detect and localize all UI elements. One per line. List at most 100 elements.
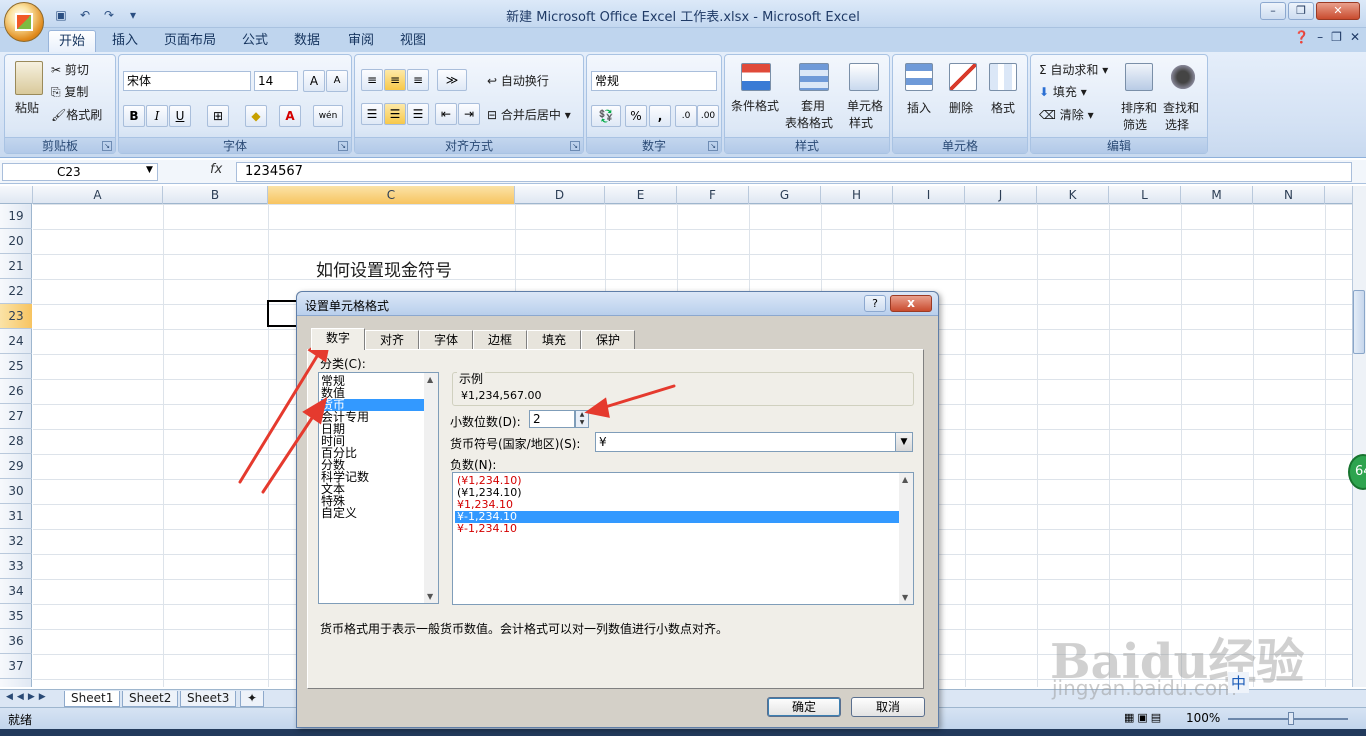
category-item[interactable]: 自定义 bbox=[321, 507, 424, 519]
name-box[interactable]: C23 bbox=[2, 163, 158, 181]
negative-option[interactable]: (¥1,234.10) bbox=[455, 475, 899, 487]
currency-format-icon[interactable]: 💱 bbox=[591, 105, 621, 127]
align-middle-icon[interactable]: ≡ bbox=[384, 69, 406, 91]
dialog-launcher-icon[interactable]: ↘ bbox=[102, 141, 112, 151]
row-header[interactable]: 20 bbox=[0, 229, 32, 254]
table-format-icon[interactable] bbox=[799, 63, 829, 91]
dialog-tab-border[interactable]: 边框 bbox=[473, 330, 527, 349]
font-name-select[interactable]: 宋体 bbox=[123, 71, 251, 91]
office-button[interactable] bbox=[4, 2, 44, 42]
name-box-dropdown-icon[interactable]: ▼ bbox=[146, 165, 153, 175]
tab-formulas[interactable]: 公式 bbox=[232, 30, 278, 52]
row-header[interactable]: 31 bbox=[0, 504, 32, 529]
column-header[interactable]: H bbox=[821, 186, 893, 204]
column-header[interactable]: K bbox=[1037, 186, 1109, 204]
row-header[interactable]: 25 bbox=[0, 354, 32, 379]
save-icon[interactable]: ▣ bbox=[52, 6, 70, 22]
customize-qat-icon[interactable]: ▾ bbox=[124, 6, 142, 22]
number-format-select[interactable]: 常规 bbox=[591, 71, 717, 91]
increase-indent-icon[interactable]: ⇥ bbox=[458, 103, 480, 125]
delete-cells-button[interactable]: 删除 bbox=[949, 99, 973, 116]
autosum-button[interactable]: Σ 自动求和 ▾ bbox=[1039, 61, 1108, 78]
percent-button[interactable]: % bbox=[625, 105, 647, 127]
format-cells-icon[interactable] bbox=[989, 63, 1017, 91]
fill-color-button[interactable]: ◆ bbox=[245, 105, 267, 127]
align-top-icon[interactable]: ≡ bbox=[361, 69, 383, 91]
sheet-nav-arrows-icon[interactable]: ◀◀▶▶ bbox=[6, 692, 50, 702]
restore-button[interactable]: ❐ bbox=[1288, 2, 1314, 20]
find-select-label-2[interactable]: 选择 bbox=[1165, 116, 1189, 133]
tab-page-layout[interactable]: 页面布局 bbox=[154, 30, 226, 52]
align-right-icon[interactable]: ☰ bbox=[407, 103, 429, 125]
paste-button[interactable]: 粘贴 bbox=[15, 99, 39, 116]
phonetic-button[interactable]: wén bbox=[313, 105, 343, 127]
scroll-up-icon[interactable]: ▲ bbox=[427, 375, 433, 384]
row-header[interactable]: 28 bbox=[0, 429, 32, 454]
dialog-tab-number[interactable]: 数字 bbox=[311, 328, 365, 350]
decimal-spinner-icon[interactable]: ▲ ▼ bbox=[575, 410, 589, 428]
dialog-tab-fill[interactable]: 填充 bbox=[527, 330, 581, 349]
format-cells-button[interactable]: 格式 bbox=[991, 99, 1015, 116]
help-icon[interactable]: ❓ bbox=[1294, 30, 1309, 44]
zoom-slider-thumb[interactable] bbox=[1288, 712, 1294, 725]
column-header[interactable]: D bbox=[515, 186, 605, 204]
row-header[interactable]: 36 bbox=[0, 629, 32, 654]
scrollbar-thumb[interactable] bbox=[1353, 290, 1365, 354]
scroll-down-icon[interactable]: ▼ bbox=[902, 593, 908, 602]
conditional-format-icon[interactable] bbox=[741, 63, 771, 91]
row-header[interactable]: 32 bbox=[0, 529, 32, 554]
row-header[interactable]: 21 bbox=[0, 254, 32, 279]
find-select-icon[interactable] bbox=[1169, 63, 1197, 91]
negative-option[interactable]: ¥1,234.10 bbox=[455, 499, 899, 511]
table-format-label[interactable]: 套用 bbox=[801, 97, 825, 114]
font-size-select[interactable]: 14 bbox=[254, 71, 298, 91]
grow-font-button[interactable]: A bbox=[303, 70, 325, 92]
sort-filter-icon[interactable] bbox=[1125, 63, 1153, 91]
dialog-launcher-icon[interactable]: ↘ bbox=[708, 141, 718, 151]
table-format-label-2[interactable]: 表格格式 bbox=[785, 114, 833, 131]
decrease-decimal-icon[interactable]: .00 bbox=[697, 105, 719, 127]
negative-numbers-list[interactable]: (¥1,234.10) (¥1,234.10) ¥1,234.10 ¥-1,23… bbox=[452, 472, 914, 605]
row-header-selected[interactable]: 23 bbox=[0, 304, 32, 329]
decrease-indent-icon[interactable]: ⇤ bbox=[435, 103, 457, 125]
delete-cells-icon[interactable] bbox=[949, 63, 977, 91]
column-header[interactable]: E bbox=[605, 186, 677, 204]
row-header[interactable]: 33 bbox=[0, 554, 32, 579]
tab-view[interactable]: 视图 bbox=[390, 30, 436, 52]
cell-style-label-2[interactable]: 样式 bbox=[849, 114, 873, 131]
copy-button[interactable]: ⎘ 复制 bbox=[51, 83, 88, 100]
dialog-help-button[interactable]: ? bbox=[864, 295, 886, 312]
dialog-tab-alignment[interactable]: 对齐 bbox=[365, 330, 419, 349]
sheet-tab[interactable]: Sheet1 bbox=[64, 691, 121, 707]
column-header[interactable]: M bbox=[1181, 186, 1253, 204]
increase-decimal-icon[interactable]: .0 bbox=[675, 105, 697, 127]
column-header[interactable]: F bbox=[677, 186, 749, 204]
minimize-button[interactable]: – bbox=[1260, 2, 1286, 20]
negative-scrollbar[interactable]: ▲ ▼ bbox=[899, 473, 913, 604]
dialog-close-button[interactable]: x bbox=[890, 295, 932, 312]
insert-cells-button[interactable]: 插入 bbox=[907, 99, 931, 116]
column-header[interactable]: A bbox=[33, 186, 163, 204]
sort-filter-label-2[interactable]: 筛选 bbox=[1123, 116, 1147, 133]
select-all-corner[interactable] bbox=[0, 186, 33, 204]
new-sheet-icon[interactable]: ✦ bbox=[240, 691, 265, 707]
tab-insert[interactable]: 插入 bbox=[102, 30, 148, 52]
tab-home[interactable]: 开始 bbox=[48, 30, 97, 52]
ribbon-restore-icon[interactable]: ❐ bbox=[1331, 30, 1342, 44]
align-bottom-icon[interactable]: ≡ bbox=[407, 69, 429, 91]
cell-style-icon[interactable] bbox=[849, 63, 879, 91]
view-buttons-icon[interactable]: ▦▣▤ bbox=[1124, 711, 1164, 724]
bold-button[interactable]: B bbox=[123, 105, 145, 127]
cut-button[interactable]: ✂ 剪切 bbox=[51, 61, 89, 78]
decimal-places-input[interactable]: 2 bbox=[529, 410, 575, 428]
column-header[interactable]: L bbox=[1109, 186, 1181, 204]
row-header[interactable]: 22 bbox=[0, 279, 32, 304]
ribbon-minimize-icon[interactable]: – bbox=[1317, 30, 1323, 44]
merge-center-button[interactable]: ⊟ 合并后居中 ▾ bbox=[487, 106, 571, 123]
chevron-down-icon[interactable]: ▼ bbox=[895, 433, 912, 451]
cell-style-label[interactable]: 单元格 bbox=[847, 97, 883, 114]
row-header[interactable]: 35 bbox=[0, 604, 32, 629]
sheet-tab[interactable]: Sheet2 bbox=[122, 691, 179, 707]
tab-review[interactable]: 审阅 bbox=[338, 30, 384, 52]
formula-input[interactable]: 1234567 bbox=[236, 162, 1352, 182]
